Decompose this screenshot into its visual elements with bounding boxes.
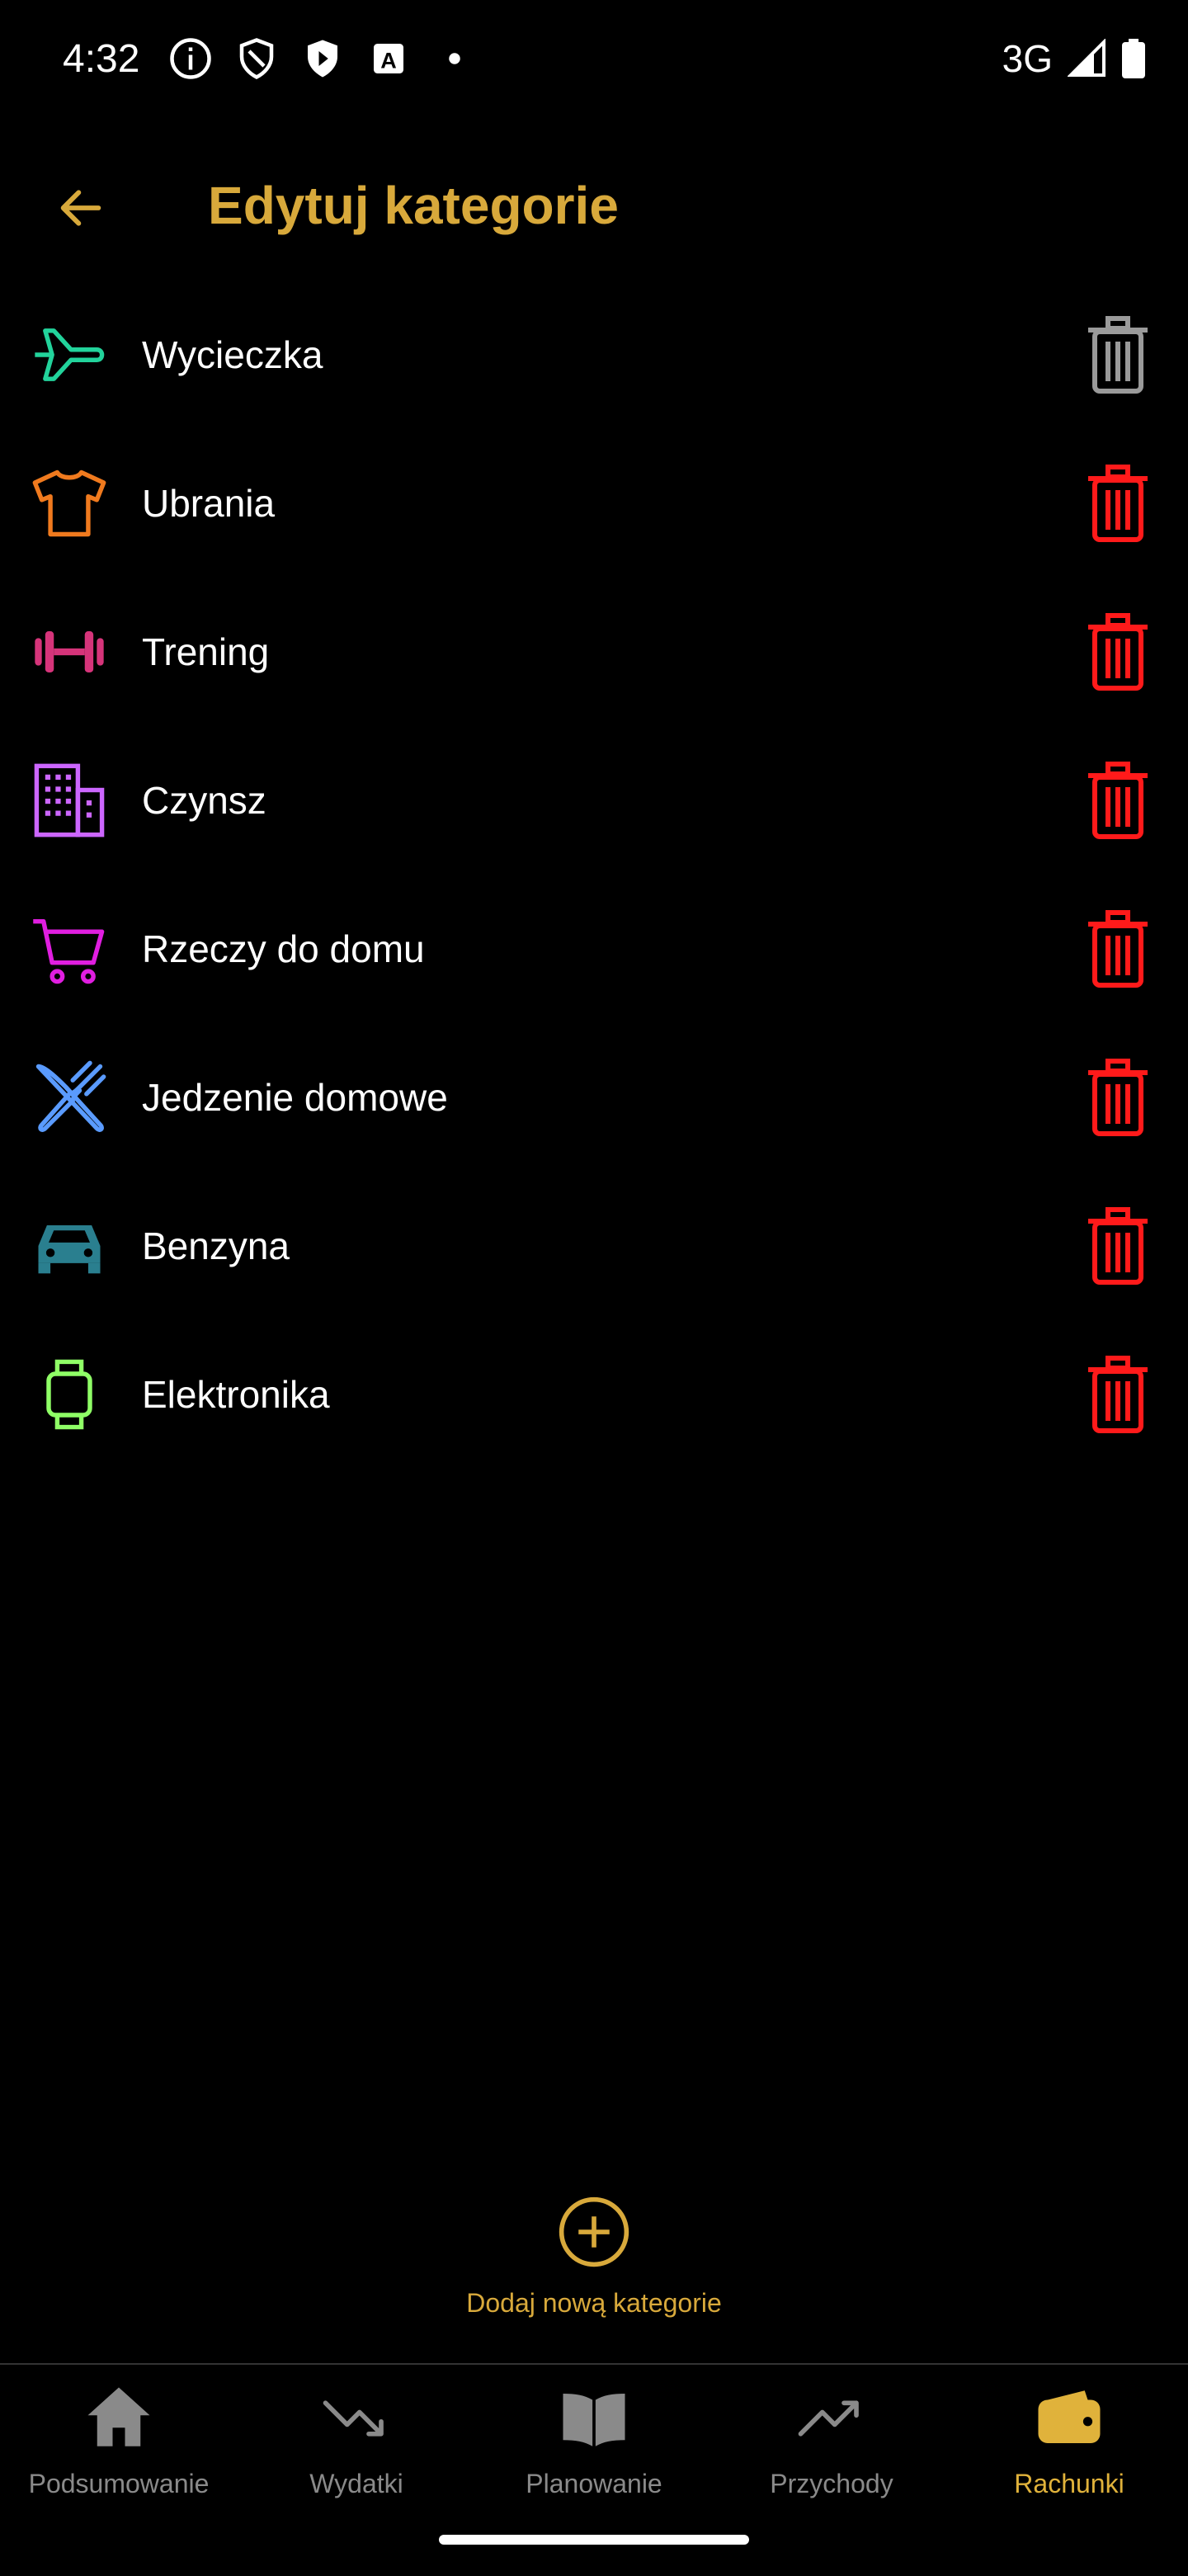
list-item[interactable]: Ubrania	[0, 429, 1188, 578]
nav-label: Przychody	[770, 2469, 893, 2498]
nav-label: Rachunki	[1014, 2469, 1124, 2498]
font-a-icon: A	[374, 44, 403, 73]
delete-button[interactable]	[1081, 1056, 1155, 1139]
delete-button[interactable]	[1081, 908, 1155, 990]
battery-icon	[1122, 39, 1145, 78]
info-icon	[170, 38, 211, 79]
nav-label: Wydatki	[309, 2469, 403, 2498]
status-bar: 4:32 A 3G	[0, 0, 1188, 116]
nav-label: Podsumowanie	[28, 2469, 210, 2498]
plus-circle-icon	[559, 2196, 629, 2267]
nav-item-rachunki[interactable]: Rachunki	[950, 2365, 1188, 2576]
delete-button[interactable]	[1081, 611, 1155, 693]
trash-icon	[1088, 762, 1148, 839]
wallet-icon	[1038, 2390, 1101, 2443]
car-icon	[28, 1205, 111, 1287]
trending-down-icon	[323, 2400, 384, 2437]
play-shield-icon	[308, 40, 337, 78]
list-item[interactable]: Jedzenie domowe	[0, 1023, 1188, 1172]
delete-button[interactable]	[1081, 462, 1155, 545]
category-label: Ubrania	[142, 482, 276, 525]
list-item[interactable]: Rzeczy do domu	[0, 875, 1188, 1023]
trash-icon	[1088, 1207, 1148, 1285]
add-category-label: Dodaj nową kategorie	[466, 2288, 722, 2318]
shield-icon	[239, 38, 274, 80]
add-category-button[interactable]: Dodaj nową kategorie	[429, 2195, 759, 2335]
arrow-left-icon	[60, 190, 101, 226]
back-button[interactable]	[46, 173, 116, 243]
status-right: 3G	[1002, 36, 1145, 81]
delete-button[interactable]	[1081, 759, 1155, 842]
nav-item-wydatki[interactable]: Wydatki	[238, 2365, 475, 2576]
category-label: Trening	[142, 630, 270, 673]
shopping-cart-icon	[28, 908, 111, 990]
trash-icon	[1088, 316, 1148, 394]
dot-icon	[449, 53, 460, 64]
fork-knife-icon	[28, 1056, 111, 1139]
status-time: 4:32	[63, 37, 140, 81]
list-item[interactable]: Benzyna	[0, 1172, 1188, 1320]
open-book-icon	[563, 2394, 625, 2446]
category-label: Rzeczy do domu	[142, 927, 425, 970]
nav-label: Planowanie	[526, 2469, 662, 2498]
tshirt-icon	[28, 462, 111, 545]
trash-icon	[1088, 910, 1148, 988]
dumbbell-icon	[28, 611, 111, 693]
signal-icon	[1068, 39, 1106, 77]
list-item[interactable]: Elektronika	[0, 1320, 1188, 1469]
list-item[interactable]: Trening	[0, 578, 1188, 726]
gesture-bar[interactable]	[439, 2535, 749, 2545]
home-icon	[87, 2387, 150, 2446]
nav-item-podsumowanie[interactable]: Podsumowanie	[0, 2365, 238, 2576]
category-label: Jedzenie domowe	[142, 1076, 448, 1119]
list-item[interactable]: Wycieczka	[0, 281, 1188, 429]
list-item[interactable]: Czynsz	[0, 726, 1188, 875]
trash-icon	[1088, 1356, 1148, 1433]
app-bar: Edytuj kategorie	[0, 149, 1188, 256]
page-title: Edytuj kategorie	[208, 176, 619, 235]
delete-button[interactable]	[1081, 314, 1155, 396]
trash-icon	[1088, 613, 1148, 691]
delete-button[interactable]	[1081, 1205, 1155, 1287]
smartwatch-icon	[28, 1353, 111, 1436]
category-label: Czynsz	[142, 779, 266, 822]
airplane-icon	[28, 314, 111, 396]
trash-icon	[1088, 465, 1148, 542]
notification-icons: A	[168, 36, 477, 81]
category-label: Elektronika	[142, 1373, 330, 1416]
category-label: Wycieczka	[142, 333, 323, 376]
nav-item-przychody[interactable]: Przychody	[713, 2365, 950, 2576]
apartment-building-icon	[28, 759, 111, 842]
trending-up-icon	[798, 2400, 859, 2437]
svg-text:A: A	[380, 48, 397, 73]
delete-button[interactable]	[1081, 1353, 1155, 1436]
category-label: Benzyna	[142, 1224, 290, 1267]
trash-icon	[1088, 1059, 1148, 1136]
category-list: Wycieczka Ubrania Trening Czynsz Rzeczy …	[0, 281, 1188, 1469]
network-type: 3G	[1002, 37, 1053, 80]
